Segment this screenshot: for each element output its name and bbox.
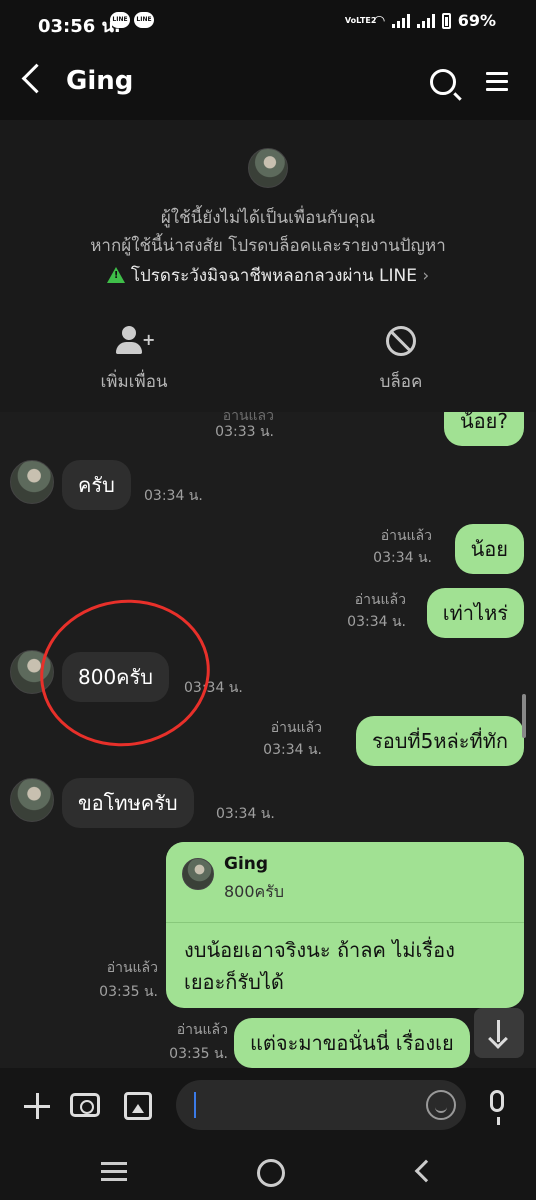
message-time: 03:35 น. bbox=[169, 1046, 228, 1062]
scroll-to-bottom-button[interactable] bbox=[474, 1008, 524, 1058]
message-time: 03:34 น. bbox=[263, 742, 322, 758]
message-bubble-incoming[interactable]: ครับ bbox=[62, 460, 131, 510]
signal-icon-2 bbox=[416, 13, 435, 28]
message-bubble-outgoing[interactable]: รอบที่5หล่ะที่ทัก bbox=[355, 716, 524, 766]
quoted-message[interactable]: Ging 800ครับ bbox=[166, 842, 524, 923]
quoted-sender-name: Ging bbox=[224, 854, 269, 874]
text-cursor bbox=[194, 1092, 196, 1118]
read-receipt: อ่านแล้ว bbox=[354, 592, 406, 608]
sender-avatar[interactable] bbox=[10, 778, 54, 822]
banner-text-1: ผู้ใช้นี้ยังไม่ได้เป็นเพื่อนกับคุณ bbox=[160, 208, 376, 228]
image-icon[interactable] bbox=[124, 1092, 152, 1120]
line-notification-icon-2: LINE bbox=[134, 12, 154, 28]
battery-icon bbox=[441, 12, 451, 29]
quoted-avatar bbox=[182, 858, 214, 890]
message-time: 03:34 น. bbox=[216, 806, 275, 822]
scam-warning-text: โปรดระวังมิจฉาชีพหลอกลวงผ่าน LINE bbox=[130, 266, 417, 286]
banner-text-2: หากผู้ใช้นี้น่าสงสัย โปรดบล็อคและรายงานป… bbox=[90, 236, 446, 256]
message-time: 03:34 น. bbox=[347, 614, 406, 630]
arrow-down-head bbox=[488, 1029, 508, 1049]
warning-icon: ! bbox=[106, 267, 125, 283]
camera-icon[interactable] bbox=[70, 1093, 100, 1117]
quoted-text: 800ครับ bbox=[224, 882, 284, 901]
menu-icon[interactable] bbox=[486, 72, 508, 92]
status-time: 03:56 น. bbox=[38, 16, 121, 37]
wifi-icon: ◠ bbox=[373, 12, 385, 29]
emoji-icon[interactable] bbox=[426, 1090, 456, 1120]
sender-avatar[interactable] bbox=[10, 460, 54, 504]
volte-icon: VoLTE2 bbox=[344, 16, 377, 25]
read-receipt: อ่านแล้ว bbox=[176, 1022, 228, 1038]
add-friend-icon[interactable]: + bbox=[116, 326, 155, 356]
message-bubble-outgoing[interactable]: แต่จะมาขอนั่นนี่ เรื่องเย bbox=[234, 1018, 470, 1068]
message-bubble-incoming[interactable]: ขอโทษครับ bbox=[62, 778, 194, 828]
reply-text-line-2: เยอะก็รับได้ bbox=[184, 970, 284, 994]
chat-scrollbar[interactable] bbox=[522, 694, 526, 738]
message-bubble-outgoing[interactable]: น้อย? bbox=[443, 412, 524, 446]
search-icon[interactable] bbox=[430, 69, 456, 95]
block-icon[interactable] bbox=[386, 326, 416, 356]
message-time: 03:35 น. bbox=[99, 984, 158, 1000]
status-indicators: VoLTE2 ◠ 69% bbox=[345, 11, 496, 30]
home-icon[interactable] bbox=[257, 1159, 285, 1187]
message-time: 03:34 น. bbox=[373, 550, 432, 566]
block-button[interactable]: บล็อค bbox=[301, 368, 501, 395]
battery-level: 69% bbox=[457, 11, 496, 30]
signal-icon bbox=[391, 13, 410, 28]
message-bubble-outgoing[interactable]: เท่าไหร่ bbox=[426, 588, 524, 638]
message-time: 03:34 น. bbox=[144, 488, 203, 504]
scam-warning-link[interactable]: ! โปรดระวังมิจฉาชีพหลอกลวงผ่าน LINE › bbox=[0, 262, 536, 289]
message-bubble-outgoing[interactable]: น้อย bbox=[454, 524, 524, 574]
read-receipt: อ่านแล้ว bbox=[106, 960, 158, 976]
message-time: 03:33 น. bbox=[215, 424, 274, 440]
chat-title[interactable]: Ging bbox=[66, 66, 133, 96]
line-notification-icon: LINE bbox=[110, 12, 130, 28]
chat-area[interactable]: อ่านแล้ว 03:33 น. น้อย? ครับ 03:34 น. อ่… bbox=[0, 412, 536, 1068]
chevron-right-icon: › bbox=[416, 266, 430, 286]
reply-text-line-1: งบน้อยเอาจริงนะ ถ้าลค ไม่เรื่อง bbox=[184, 938, 455, 962]
plus-icon[interactable] bbox=[24, 1093, 50, 1119]
reply-message-bubble[interactable]: Ging 800ครับ งบน้อยเอาจริงนะ ถ้าลค ไม่เร… bbox=[166, 842, 524, 1008]
message-input[interactable] bbox=[176, 1080, 466, 1130]
microphone-icon[interactable] bbox=[490, 1090, 504, 1125]
read-receipt: อ่านแล้ว bbox=[270, 720, 322, 736]
recent-apps-icon[interactable] bbox=[101, 1162, 127, 1181]
read-receipt: อ่านแล้ว bbox=[380, 528, 432, 544]
contact-avatar[interactable] bbox=[248, 148, 288, 188]
add-friend-button[interactable]: เพิ่มเพื่อน bbox=[34, 368, 234, 395]
